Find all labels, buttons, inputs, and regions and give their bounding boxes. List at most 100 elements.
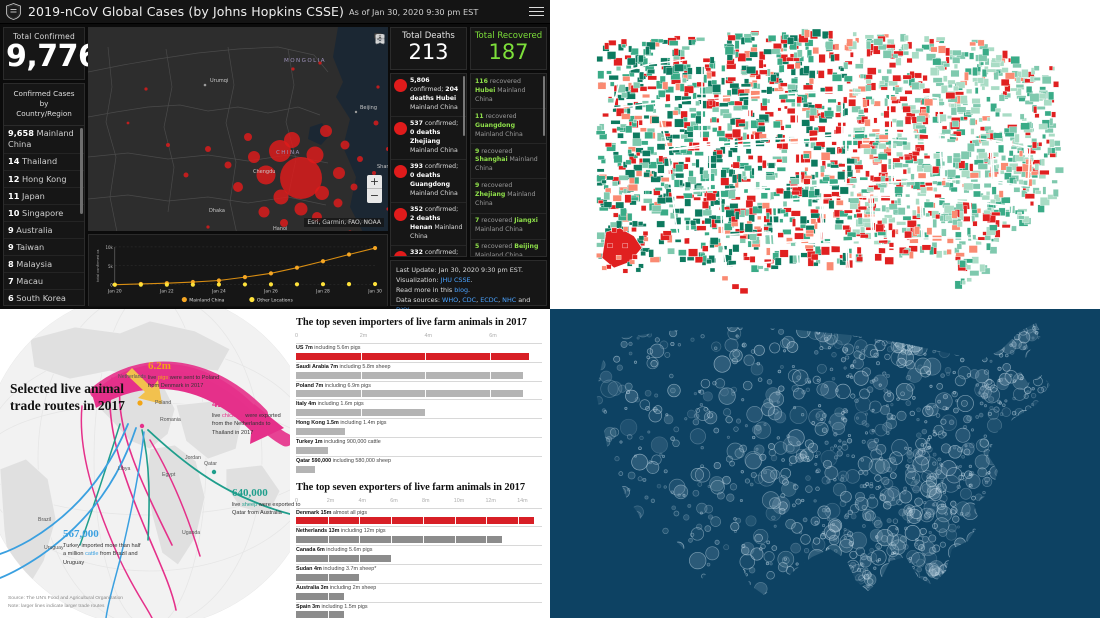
county[interactable]	[945, 47, 950, 57]
county[interactable]	[607, 51, 617, 60]
county[interactable]	[980, 126, 985, 131]
county[interactable]	[728, 150, 733, 158]
county[interactable]	[933, 187, 938, 192]
county[interactable]	[603, 201, 613, 208]
county[interactable]	[892, 53, 899, 59]
county[interactable]	[1052, 189, 1059, 197]
alaska-county[interactable]	[615, 255, 622, 260]
county[interactable]	[888, 203, 898, 210]
county[interactable]	[750, 36, 755, 42]
county[interactable]	[803, 65, 810, 75]
county[interactable]	[651, 116, 660, 124]
county[interactable]	[735, 51, 739, 58]
county[interactable]	[729, 118, 736, 126]
county[interactable]	[741, 104, 749, 110]
zoom-in-button[interactable]: +	[367, 175, 382, 189]
county[interactable]	[986, 96, 991, 102]
county[interactable]	[712, 106, 720, 113]
county[interactable]	[768, 35, 777, 42]
county[interactable]	[736, 155, 741, 163]
county[interactable]	[915, 197, 920, 205]
county[interactable]	[693, 125, 699, 131]
county[interactable]	[613, 212, 619, 218]
county[interactable]	[627, 213, 633, 222]
county[interactable]	[786, 63, 795, 70]
county[interactable]	[947, 169, 957, 178]
county[interactable]	[821, 246, 830, 256]
county[interactable]	[957, 221, 963, 228]
county[interactable]	[912, 151, 920, 156]
county[interactable]	[766, 247, 771, 256]
county[interactable]	[808, 70, 816, 79]
county[interactable]	[625, 65, 632, 69]
recovered-row[interactable]: 7 recovered Jiangxi Mainland China	[471, 214, 546, 240]
county[interactable]	[599, 206, 609, 212]
county[interactable]	[873, 38, 884, 46]
county[interactable]	[633, 81, 641, 89]
county[interactable]	[991, 211, 1001, 216]
county[interactable]	[947, 79, 956, 85]
county[interactable]	[639, 71, 644, 80]
county[interactable]	[1042, 134, 1046, 139]
county[interactable]	[810, 253, 819, 261]
county[interactable]	[930, 46, 938, 53]
county[interactable]	[688, 248, 698, 257]
county[interactable]	[610, 120, 621, 125]
county[interactable]	[911, 116, 917, 124]
county[interactable]	[744, 223, 753, 233]
country-row[interactable]: 9 Taiwan	[4, 239, 84, 257]
county[interactable]	[785, 124, 792, 129]
county[interactable]	[683, 117, 688, 122]
county[interactable]	[1037, 204, 1045, 213]
alaska-county[interactable]	[607, 243, 613, 248]
county[interactable]	[732, 128, 741, 138]
county[interactable]	[699, 125, 708, 131]
county[interactable]	[690, 220, 697, 226]
county[interactable]	[617, 132, 624, 139]
alaska-county[interactable]	[596, 253, 602, 258]
county[interactable]	[696, 37, 706, 42]
county[interactable]	[966, 88, 973, 94]
county[interactable]	[690, 113, 697, 119]
county[interactable]	[995, 107, 1002, 113]
county[interactable]	[891, 229, 896, 238]
county[interactable]	[980, 61, 984, 66]
county[interactable]	[732, 244, 740, 253]
county[interactable]	[926, 105, 930, 114]
alaska-county[interactable]	[622, 243, 628, 249]
county[interactable]	[866, 187, 874, 192]
county[interactable]	[921, 244, 932, 251]
county[interactable]	[685, 157, 691, 163]
county[interactable]	[790, 178, 800, 185]
county[interactable]	[679, 83, 685, 92]
bar-row[interactable]: Qatar 590,000 including 580,000 sheep	[296, 455, 542, 473]
county[interactable]	[836, 200, 844, 206]
county[interactable]	[842, 225, 850, 231]
county[interactable]	[746, 66, 756, 74]
county[interactable]	[982, 48, 990, 56]
county[interactable]	[735, 211, 740, 220]
county[interactable]	[916, 115, 926, 123]
county[interactable]	[706, 192, 717, 201]
county[interactable]	[906, 57, 913, 64]
county[interactable]	[981, 194, 990, 201]
county[interactable]	[684, 198, 692, 207]
county[interactable]	[807, 104, 816, 109]
county[interactable]	[979, 264, 986, 273]
county[interactable]	[757, 265, 764, 270]
county[interactable]	[777, 232, 784, 238]
county[interactable]	[946, 155, 953, 164]
county[interactable]	[596, 232, 605, 240]
bar-row[interactable]: Netherlands 13m including 12m pigs	[296, 526, 542, 544]
county[interactable]	[805, 233, 814, 237]
county[interactable]	[825, 41, 834, 51]
county[interactable]	[858, 109, 865, 115]
county[interactable]	[675, 195, 685, 199]
county[interactable]	[940, 85, 948, 94]
county[interactable]	[708, 100, 713, 106]
county[interactable]	[977, 236, 986, 241]
county[interactable]	[695, 158, 700, 168]
county[interactable]	[1018, 97, 1026, 102]
alaska-county[interactable]	[629, 259, 635, 265]
county[interactable]	[661, 177, 670, 182]
